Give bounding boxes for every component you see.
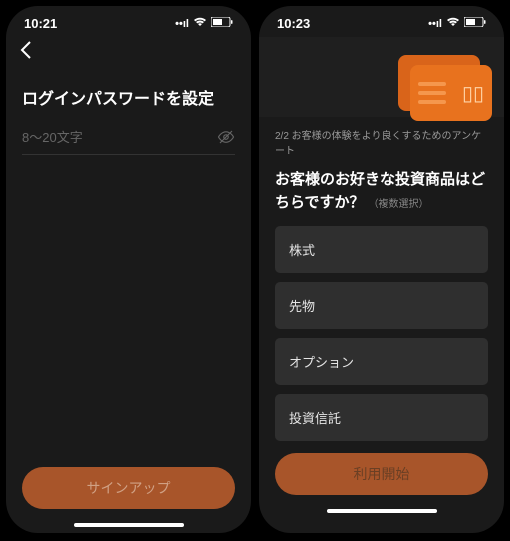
battery-icon	[211, 17, 233, 30]
password-input[interactable]: 8〜20文字	[22, 127, 235, 155]
input-placeholder: 8〜20文字	[22, 127, 217, 146]
status-icons: ••ıl	[428, 17, 486, 30]
battery-icon	[464, 17, 486, 30]
page-title: ログインパスワードを設定	[22, 85, 235, 109]
status-bar: 10:21 ••ıl	[6, 6, 251, 37]
home-indicator[interactable]	[74, 523, 184, 527]
back-button[interactable]	[20, 41, 44, 65]
phone-right: 10:23 ••ıl ▯▯ 2/2 お客様の体験をより良くするためのアンケ	[259, 6, 504, 533]
book-icon: ▯▯	[462, 81, 484, 106]
home-indicator[interactable]	[327, 509, 437, 513]
option-trust[interactable]: 投資信託	[275, 394, 488, 441]
status-time: 10:23	[277, 16, 310, 31]
button-label: サインアップ	[87, 478, 171, 498]
cards-illustration: ▯▯	[398, 55, 490, 119]
nav-bar	[6, 37, 251, 73]
option-label: 先物	[289, 299, 315, 314]
content-area: ログインパスワードを設定 8〜20文字 サインアップ	[6, 73, 251, 533]
question-sub: （複数選択）	[369, 199, 429, 210]
hero-banner: ▯▯	[259, 37, 504, 117]
visibility-toggle-icon[interactable]	[217, 128, 235, 146]
phone-left: 10:21 ••ıl ログインパスワードを設定 8〜20文字 サインアップ	[6, 6, 251, 533]
option-label: 株式	[289, 243, 315, 258]
button-label: 利用開始	[354, 464, 410, 484]
start-button[interactable]: 利用開始	[275, 453, 488, 495]
option-label: オプション	[289, 355, 354, 370]
status-time: 10:21	[24, 16, 57, 31]
status-bar: 10:23 ••ıl	[259, 6, 504, 37]
breadcrumb: 2/2 お客様の体験をより良くするためのアンケート	[259, 127, 504, 157]
signal-icon: ••ıl	[428, 18, 442, 30]
question-title: お客様のお好きな投資商品はどちらですか？（複数選択）	[259, 169, 504, 214]
status-icons: ••ıl	[175, 17, 233, 30]
signup-button[interactable]: サインアップ	[22, 467, 235, 509]
option-options[interactable]: オプション	[275, 338, 488, 385]
signal-icon: ••ıl	[175, 18, 189, 30]
option-stocks[interactable]: 株式	[275, 226, 488, 273]
options-list: 株式 先物 オプション 投資信託	[259, 214, 504, 441]
option-label: 投資信託	[289, 411, 341, 426]
wifi-icon	[446, 17, 460, 30]
wifi-icon	[193, 17, 207, 30]
option-futures[interactable]: 先物	[275, 282, 488, 329]
